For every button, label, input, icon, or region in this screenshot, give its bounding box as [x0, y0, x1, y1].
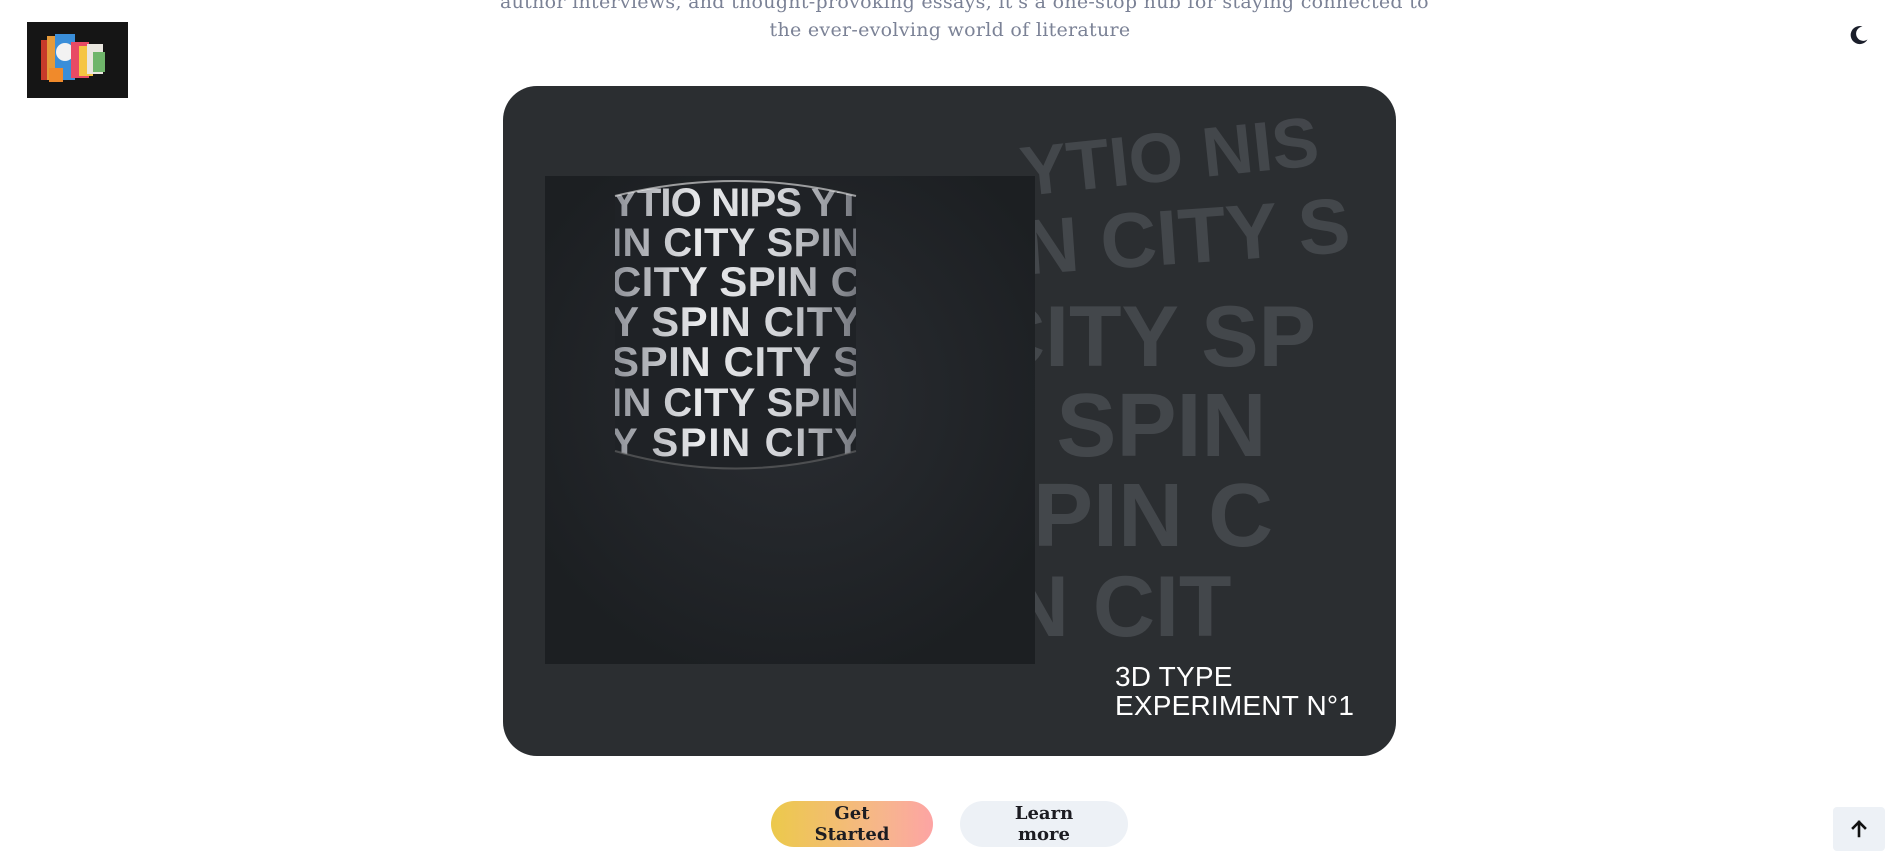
- hero-artwork: YTIO NIS IN CITY S CITY SP Y SPIN SPIN C…: [545, 102, 1353, 664]
- collage-logo-icon: [27, 22, 128, 98]
- moon-icon: [1850, 26, 1868, 45]
- hero-caption-line-1: 3D TYPE: [1115, 661, 1233, 692]
- arrow-up-icon: [1851, 820, 1867, 838]
- page: author interviews, and thought-provoking…: [0, 0, 1894, 856]
- hero-caption: 3D TYPE EXPERIMENT N°1: [1115, 662, 1354, 720]
- hero-caption-line-2: EXPERIMENT N°1: [1115, 690, 1355, 721]
- hero-image-card: YTIO NIS IN CITY S CITY SP Y SPIN SPIN C…: [503, 86, 1396, 756]
- theme-toggle-button[interactable]: [1844, 20, 1874, 50]
- learn-more-button[interactable]: Learn more: [960, 801, 1128, 847]
- scroll-to-top-button[interactable]: [1833, 807, 1885, 851]
- svg-text:IN CITY SPIN: IN CITY SPIN: [611, 381, 861, 425]
- cta-button-group: Get Started Learn more: [771, 801, 1128, 847]
- svg-text:SPIN CITY S: SPIN CITY S: [611, 338, 861, 385]
- intro-line-2: the ever-evolving world of literature: [769, 19, 1131, 41]
- site-logo[interactable]: [27, 22, 128, 98]
- intro-text: author interviews, and thought-provoking…: [500, 0, 1429, 44]
- get-started-button[interactable]: Get Started: [771, 801, 933, 847]
- intro-line-1: author interviews, and thought-provoking…: [500, 0, 1429, 13]
